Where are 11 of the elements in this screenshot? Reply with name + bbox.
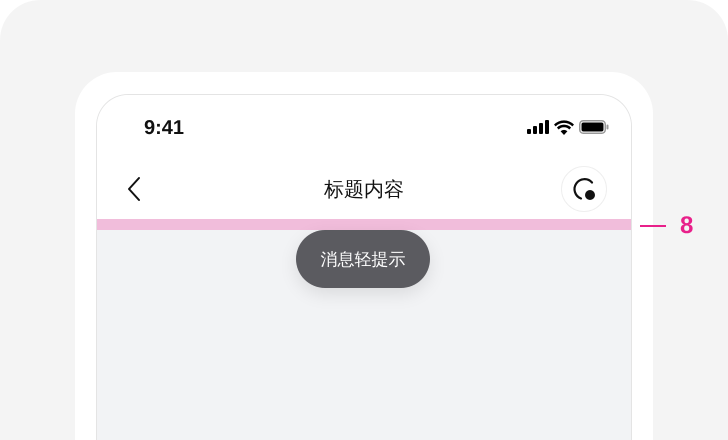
battery-icon xyxy=(579,120,609,134)
status-time: 9:41 xyxy=(144,116,184,140)
nav-title: 标题内容 xyxy=(324,176,404,202)
record-button[interactable] xyxy=(561,166,607,212)
back-button[interactable] xyxy=(127,176,141,202)
leader-line xyxy=(640,225,666,227)
wifi-icon xyxy=(554,120,574,134)
spacing-value: 8 xyxy=(680,212,694,240)
signal-icon xyxy=(527,120,549,134)
toast-message: 消息轻提示 xyxy=(296,230,430,288)
back-icon xyxy=(127,176,141,202)
